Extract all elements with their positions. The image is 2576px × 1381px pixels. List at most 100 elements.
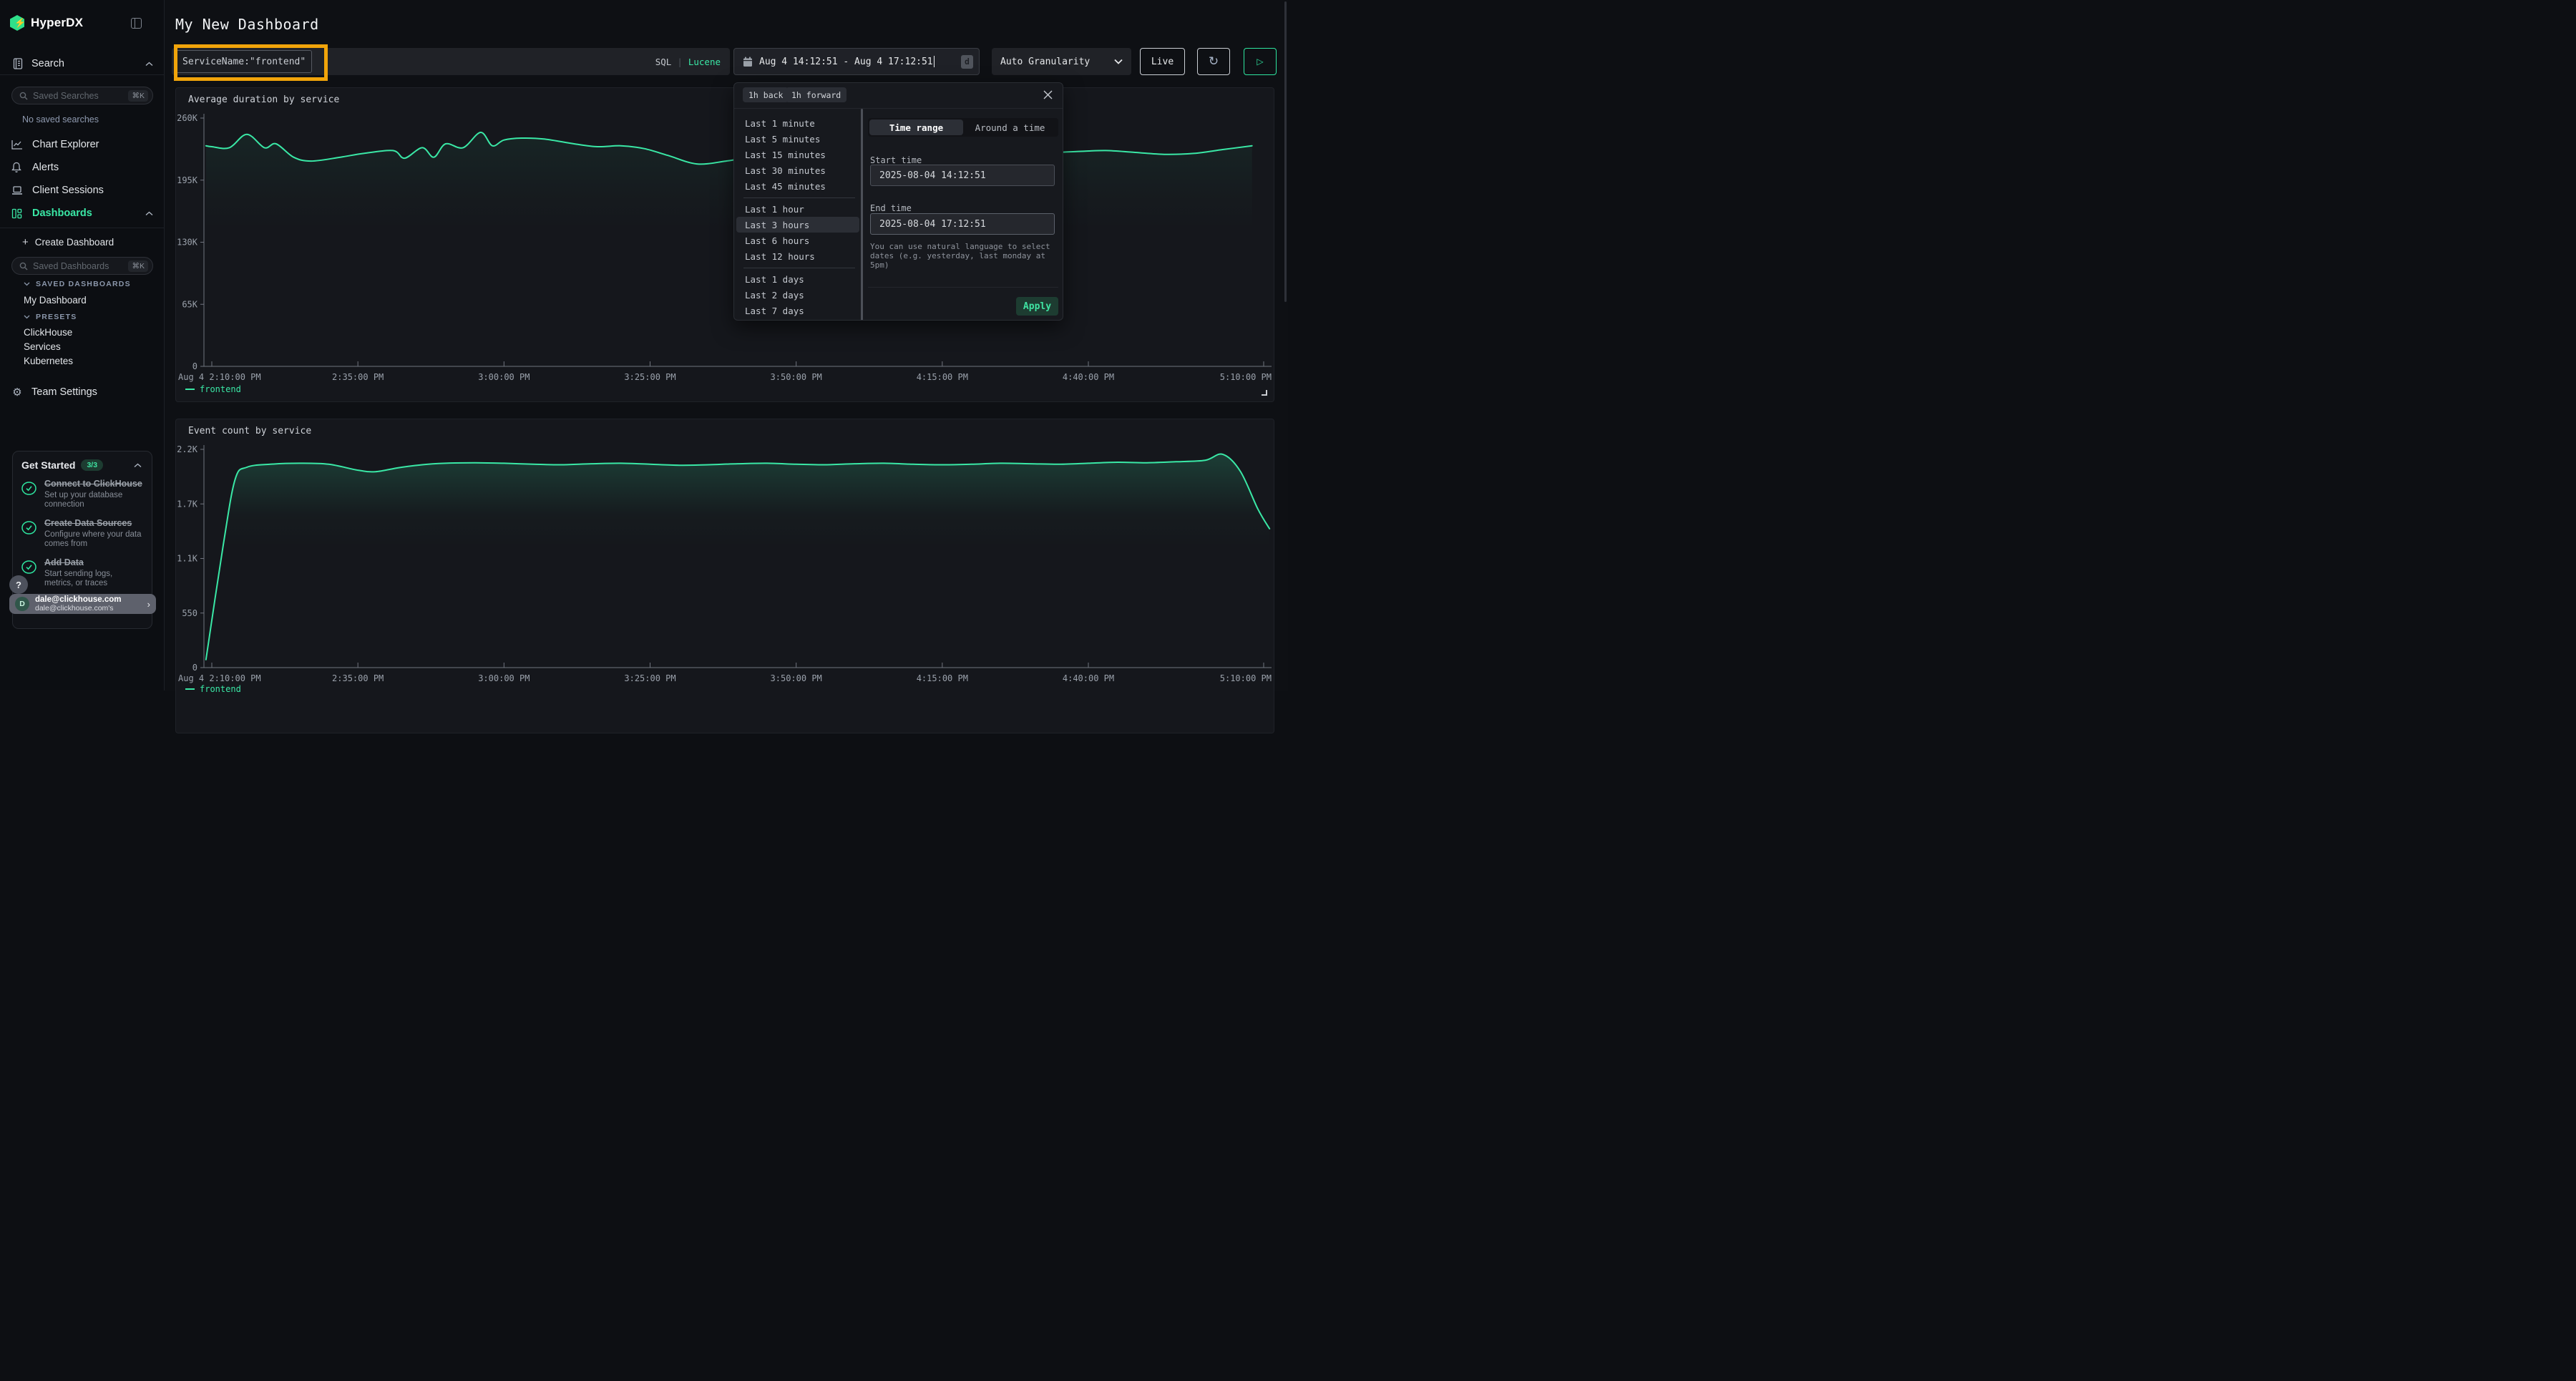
check-circle-icon [21,560,36,575]
chevron-up-icon [145,211,153,216]
apply-button[interactable]: Apply [1016,297,1058,316]
legend-label: frontend [200,384,241,394]
sidebar-item-dashboards[interactable]: Dashboards [0,202,165,225]
sidebar-item-chart-explorer[interactable]: Chart Explorer [0,133,165,156]
user-menu[interactable]: D dale@clickhouse.com dale@clickhouse.co… [9,594,156,614]
quick-range-option[interactable]: Last 45 minutes [736,178,859,194]
shift-back-button[interactable]: 1h back [743,87,789,102]
x-axis-tick-label: 3:50:00 PM [771,372,822,382]
legend-line-swatch [185,389,195,390]
laptop-icon [11,185,24,195]
start-time-input[interactable]: 2025-08-04 14:12:51 [870,165,1055,186]
quick-range-option[interactable]: Last 12 hours [736,248,859,264]
x-axis-tick-label: 4:40:00 PM [1063,673,1114,683]
sidebar-item-label: Alerts [32,162,59,173]
help-button[interactable]: ? [9,575,28,594]
quick-range-option[interactable]: Last 5 minutes [736,131,859,147]
x-axis-tick-label: 2:35:00 PM [332,673,384,683]
dashboard-link-services[interactable]: Services [24,341,61,352]
picker-tabs: Time range Around a time [868,118,1058,137]
get-started-item[interactable]: Create Data SourcesConfigure where your … [21,518,143,550]
quick-range-option[interactable]: Last 2 days [736,287,859,303]
quick-range-option[interactable]: Last 6 hours [736,233,859,248]
panel-resize-handle[interactable] [1262,390,1267,396]
quick-range-option[interactable]: Last 1 hour [736,201,859,217]
avatar: D [15,597,29,611]
main-content: My New Dashboard ServiceName:"frontend" … [165,0,1288,690]
sidebar-item-client-sessions[interactable]: Client Sessions [0,179,165,202]
sql-toggle[interactable]: SQL [655,57,672,67]
dashboard-link-kubernetes[interactable]: Kubernetes [24,356,73,366]
chevron-up-icon[interactable] [145,62,153,67]
y-axis-tick-label: 130K [177,238,198,248]
x-axis-tick-label: 5:10:00 PM [1220,372,1272,382]
shortcut-badge: ⌘K [128,90,148,102]
tab-around-a-time[interactable]: Around a time [963,119,1057,135]
y-axis-tick-label: 1.7K [177,499,198,509]
user-org: dale@clickhouse.com's [35,605,122,613]
sidebar-item-team-settings[interactable]: ⚙ Team Settings [0,385,165,399]
tab-time-range[interactable]: Time range [869,119,963,135]
calendar-icon [743,57,753,67]
query-input[interactable]: ServiceName:"frontend" [174,50,312,73]
scrollbar[interactable] [861,109,863,321]
chart-legend[interactable]: frontend [185,684,241,694]
x-axis-tick-label: 3:50:00 PM [771,673,822,683]
sidebar: ⚡ HyperDX Search Saved Searches ⌘K No sa… [0,0,165,690]
x-axis-tick-label: 3:25:00 PM [624,372,675,382]
logo[interactable]: ⚡ HyperDX [10,13,155,33]
x-axis-tick-label: Aug 4 2:10:00 PM [178,673,261,683]
get-started-progress-badge: 3/3 [81,459,103,471]
y-axis-tick-label: 550 [182,608,197,618]
text-cursor [934,56,935,67]
lucene-toggle[interactable]: Lucene [688,57,721,67]
create-dashboard-button[interactable]: + Create Dashboard [0,235,165,249]
journal-icon [11,58,23,69]
run-query-button[interactable]: ▷ [1244,48,1277,75]
scrollbar[interactable] [1284,1,1287,302]
get-started-item-title: Create Data Sources [44,518,143,529]
dashboard-link-clickhouse[interactable]: ClickHouse [24,327,72,338]
x-axis-tick-label: 3:00:00 PM [478,372,530,382]
app-root: ⚡ HyperDX Search Saved Searches ⌘K No sa… [0,0,1288,690]
line-chart[interactable]: 05501.1K1.7K2.2KAug 4 2:10:00 PM2:35:00 … [176,419,1275,734]
quick-range-option[interactable]: Last 30 minutes [736,162,859,178]
saved-dashboards-input[interactable]: Saved Dashboards ⌘K [11,257,153,275]
y-axis-tick-label: 2.2K [177,444,198,454]
sidebar-item-alerts[interactable]: Alerts [0,156,165,179]
get-started-item[interactable]: Connect to ClickHouseSet up your databas… [21,479,143,510]
x-axis-tick-label: 4:15:00 PM [917,372,968,382]
quick-range-option[interactable]: Last 1 days [736,271,859,287]
line-chart[interactable]: 065K130K195K260KAug 4 2:10:00 PM2:35:00 … [176,88,1275,403]
refresh-button[interactable]: ↻ [1197,48,1230,75]
user-email: dale@clickhouse.com [35,595,122,604]
section-presets[interactable]: PRESETS [24,313,77,321]
chevron-up-icon[interactable] [134,463,142,468]
saved-searches-input[interactable]: Saved Searches ⌘K [11,87,153,104]
shift-forward-button[interactable]: 1h forward [786,87,847,102]
time-range-input[interactable]: Aug 4 14:12:51 - Aug 4 17:12:51 d [733,48,980,75]
get-started-item[interactable]: Add DataStart sending logs, metrics, or … [21,557,143,589]
end-time-input[interactable]: 2025-08-04 17:12:51 [870,213,1055,235]
query-bar[interactable]: ServiceName:"frontend" SQL | Lucene [172,48,730,75]
quick-range-option[interactable]: Last 14 days [736,318,859,321]
sidebar-collapse-icon[interactable] [131,18,142,29]
section-title: PRESETS [36,313,77,321]
dashboard-link-my-dashboard[interactable]: My Dashboard [24,295,87,306]
quick-range-option[interactable]: Last 3 hours [736,217,859,233]
x-axis-tick-label: 4:40:00 PM [1063,372,1114,382]
quick-range-option[interactable]: Last 7 days [736,303,859,318]
granularity-value: Auto Granularity [1000,57,1090,67]
live-button[interactable]: Live [1140,48,1185,75]
chevron-right-icon: › [147,599,150,610]
x-axis-tick-label: 5:10:00 PM [1220,673,1272,683]
quick-range-option[interactable]: Last 1 minute [736,115,859,131]
x-axis-tick-label: Aug 4 2:10:00 PM [178,372,261,382]
close-icon[interactable] [1043,89,1053,100]
quick-range-option[interactable]: Last 15 minutes [736,147,859,162]
divider [734,108,1063,109]
section-saved-dashboards[interactable]: SAVED DASHBOARDS [24,280,131,288]
chart-legend[interactable]: frontend [185,384,241,394]
granularity-select[interactable]: Auto Granularity [992,48,1131,75]
sidebar-item-search[interactable]: Search [0,54,165,73]
